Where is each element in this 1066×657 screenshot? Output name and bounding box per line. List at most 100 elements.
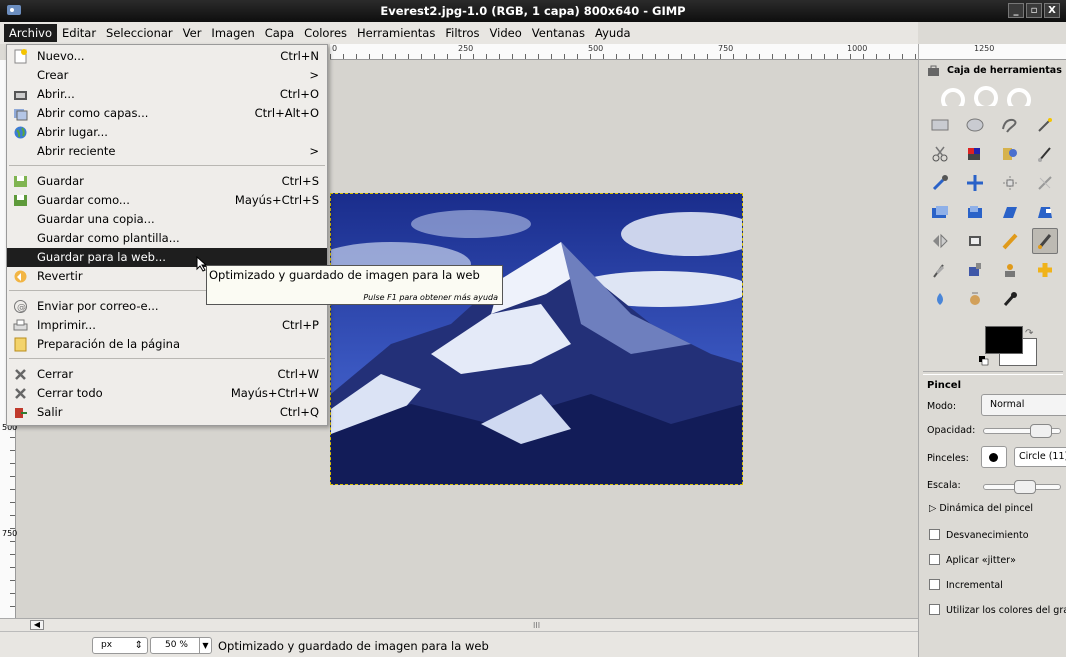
menu-item-guardar-plantilla[interactable]: Guardar como plantilla... [7, 229, 327, 248]
ruler-label: 0 [332, 44, 338, 53]
menu-capa[interactable]: Capa [260, 24, 299, 42]
unit-selector[interactable]: px ⇕ [92, 637, 148, 654]
checkbox-incremental[interactable]: Incremental [929, 579, 1003, 591]
perspective-icon[interactable] [1032, 199, 1058, 225]
airbrush-icon[interactable] [962, 257, 988, 283]
menu-imagen[interactable]: Imagen [206, 24, 259, 42]
horizontal-ruler[interactable]: 0 250 500 750 1000 [330, 44, 918, 60]
clone-icon[interactable] [997, 257, 1023, 283]
ellipse-select-icon[interactable] [962, 112, 988, 138]
open-icon [14, 91, 27, 100]
menu-item-abrir-como-capas[interactable]: Abrir como capas... Ctrl+Alt+O [7, 104, 327, 123]
menu-item-salir[interactable]: Salir Ctrl+Q [7, 403, 327, 422]
new-icon [14, 49, 27, 64]
menu-item-guardar-copia[interactable]: Guardar una copia... [7, 210, 327, 229]
close-window-button[interactable]: X [1044, 3, 1060, 18]
move-icon[interactable] [962, 170, 988, 196]
fuzzy-select-icon[interactable] [1032, 112, 1058, 138]
brush-preview-button[interactable] [981, 446, 1007, 468]
scroll-thumb-grip[interactable]: III [533, 621, 540, 630]
maximize-button[interactable]: ▫ [1026, 3, 1042, 18]
menu-ver[interactable]: Ver [178, 24, 207, 42]
align-icon[interactable] [997, 170, 1023, 196]
menu-item-preparacion-pagina[interactable]: Preparación de la página [7, 335, 327, 354]
free-select-icon[interactable] [997, 112, 1023, 138]
menu-item-abrir[interactable]: Abrir... Ctrl+O [7, 85, 327, 104]
menu-colores[interactable]: Colores [299, 24, 352, 42]
menu-video[interactable]: Video [485, 24, 527, 42]
menu-item-abrir-reciente[interactable]: Abrir reciente > [7, 142, 327, 161]
eraser-icon[interactable] [927, 257, 953, 283]
menu-item-guardar-como[interactable]: Guardar como... Mayús+Ctrl+S [7, 191, 327, 210]
menu-item-abrir-lugar[interactable]: Abrir lugar... [7, 123, 327, 142]
by-color-select-icon[interactable] [962, 141, 988, 167]
reset-colors-icon[interactable] [979, 356, 989, 366]
menu-ventanas[interactable]: Ventanas [527, 24, 590, 42]
menu-item-crear[interactable]: Crear > [7, 66, 327, 85]
dynamics-expander[interactable]: ▷ Dinámica del pincel [929, 503, 1033, 514]
menu-archivo[interactable]: Archivo [4, 24, 57, 42]
opacity-slider-knob[interactable] [1030, 424, 1052, 438]
tooltip: Optimizado y guardado de imagen para la … [206, 265, 503, 305]
paths-icon[interactable] [1032, 141, 1058, 167]
rect-select-icon[interactable] [927, 112, 953, 138]
menu-seleccionar[interactable]: Seleccionar [101, 24, 178, 42]
window-title: Everest2.jpg-1.0 (RGB, 1 capa) 800x640 -… [380, 4, 686, 18]
menu-ayuda[interactable]: Ayuda [590, 24, 636, 42]
heal-icon[interactable] [1032, 257, 1058, 283]
everest-image[interactable] [330, 193, 743, 485]
bucket-fill-icon[interactable] [927, 286, 953, 312]
brush-name-field[interactable]: Circle (11) [1014, 447, 1066, 467]
menu-item-cerrar[interactable]: Cerrar Ctrl+W [7, 365, 327, 384]
menu-herramientas[interactable]: Herramientas [352, 24, 440, 42]
foreground-select-icon[interactable] [997, 141, 1023, 167]
checkbox-jitter[interactable]: Aplicar «jitter» [929, 554, 1016, 566]
scale-icon[interactable] [962, 199, 988, 225]
cage-icon[interactable] [962, 228, 988, 254]
zoom-selector[interactable]: 50 % ▼ [150, 637, 212, 654]
checkbox-gradient-colors[interactable]: Utilizar los colores del gradiente [929, 604, 1066, 616]
foreground-color-swatch[interactable] [985, 326, 1023, 354]
color-picker-icon[interactable] [927, 170, 953, 196]
paintbrush-icon[interactable] [1032, 228, 1058, 254]
brushes-label: Pinceles: [927, 453, 969, 464]
open-layers-icon [14, 109, 28, 121]
dodge-icon[interactable] [997, 286, 1023, 312]
ruler-label: 750 [2, 530, 17, 538]
pencil-icon[interactable] [997, 228, 1023, 254]
flip-icon[interactable] [927, 228, 953, 254]
file-menu: Nuevo... Ctrl+N Crear > Abrir... Ctrl+O Abr… [6, 44, 328, 426]
smudge-icon[interactable] [962, 286, 988, 312]
scale-slider[interactable] [983, 480, 1061, 494]
menu-item-imprimir[interactable]: Imprimir... Ctrl+P [7, 316, 327, 335]
swap-colors-icon[interactable]: ↷ [1025, 328, 1033, 339]
unit-value: px [101, 640, 113, 650]
menu-item-guardar[interactable]: Guardar Ctrl+S [7, 172, 327, 191]
checkbox-desvanecimiento[interactable]: Desvanecimiento [929, 529, 1029, 541]
globe-icon [14, 126, 27, 139]
scale-slider-knob[interactable] [1014, 480, 1036, 494]
wilber-drop-zone[interactable] [931, 84, 1041, 106]
mode-select[interactable]: Normal [981, 394, 1066, 416]
minimize-button[interactable]: _ [1008, 3, 1024, 18]
rotate-icon[interactable] [927, 199, 953, 225]
opacity-slider[interactable] [983, 424, 1061, 438]
shear-icon[interactable] [997, 199, 1023, 225]
svg-text:@: @ [17, 303, 26, 313]
ruler-label: 1250 [974, 44, 995, 53]
chevron-down-icon[interactable]: ▼ [199, 638, 211, 653]
ruler-label: 1000 [847, 44, 868, 53]
tooltip-help: Pulse F1 para obtener más ayuda [363, 293, 498, 302]
crop-icon[interactable] [1032, 170, 1058, 196]
menu-item-nuevo[interactable]: Nuevo... Ctrl+N [7, 47, 327, 66]
save-icon [14, 176, 27, 187]
menu-item-cerrar-todo[interactable]: Cerrar todo Mayús+Ctrl+W [7, 384, 327, 403]
menu-editar[interactable]: Editar [57, 24, 101, 42]
scroll-left-arrow[interactable]: ◀ [30, 620, 44, 630]
horizontal-scrollbar[interactable]: ◀ III [0, 618, 918, 631]
page-setup-icon [14, 337, 27, 352]
menu-filtros[interactable]: Filtros [440, 24, 484, 42]
scissors-icon[interactable] [927, 141, 953, 167]
tool-options-title: Pincel [927, 380, 962, 391]
title-bar: Everest2.jpg-1.0 (RGB, 1 capa) 800x640 -… [0, 0, 1066, 22]
